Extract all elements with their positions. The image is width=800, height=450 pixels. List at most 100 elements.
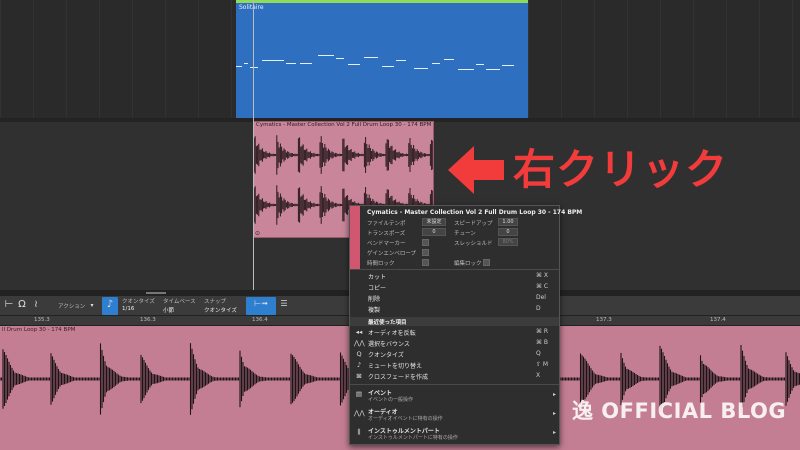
editor-event-title: ll Drum Loop 30 - 174 BPM bbox=[2, 327, 76, 333]
menu-item-shortcut: ⇧ M bbox=[536, 361, 549, 368]
snap-select[interactable]: クオンタイズ bbox=[204, 306, 237, 314]
left-arrow-icon bbox=[448, 146, 504, 194]
chevron-right-icon: ▸ bbox=[553, 391, 557, 398]
menu-item-shortcut: D bbox=[536, 305, 541, 312]
submenu-description: インストゥルメントパートに特有の操作 bbox=[368, 435, 458, 441]
quantize-icon: ♪ bbox=[106, 299, 114, 310]
crossfade-icon: ⊠ bbox=[356, 372, 362, 380]
lock-time-label: 時間ロック bbox=[367, 261, 395, 267]
transpose-field[interactable]: 0 bbox=[422, 228, 446, 236]
menu-item-cut[interactable]: カット ⌘ X bbox=[350, 271, 559, 282]
event-color-swatch bbox=[350, 206, 360, 269]
lock-edit-checkbox[interactable] bbox=[483, 259, 490, 266]
menu-item-delete[interactable]: 削除 Del bbox=[350, 293, 559, 304]
quantize-select[interactable]: 1/16 bbox=[122, 306, 134, 312]
chevron-right-icon: ▸ bbox=[553, 429, 557, 436]
menu-separator bbox=[350, 384, 559, 385]
midi-note bbox=[348, 64, 360, 65]
midi-note bbox=[262, 60, 284, 61]
reverse-icon: ◂◂ bbox=[355, 328, 363, 336]
menu-item-bounce-selection[interactable]: ⋀⋀ 選択をバウンス ⌘ B bbox=[350, 338, 559, 349]
arrow-tool-icon[interactable]: ⊢ bbox=[2, 299, 16, 313]
menu-item-quantize[interactable]: Q クオンタイズ Q bbox=[350, 349, 559, 360]
menu-item-reverse-audio[interactable]: ◂◂ オーディオを反転 ⌘ R bbox=[350, 327, 559, 338]
menu-item-label: 選択をバウンス bbox=[368, 341, 410, 348]
timebase-select[interactable]: 小節 bbox=[163, 306, 174, 314]
ruler-tick-label: 137.3 bbox=[596, 317, 612, 323]
instrument-part-title: Solitaire bbox=[239, 4, 264, 11]
midi-note bbox=[286, 63, 296, 64]
event-handle-icon[interactable]: ⊙ bbox=[255, 230, 260, 237]
quantize-label: クオンタイズ bbox=[122, 299, 155, 305]
menu-item-label: クオンタイズ bbox=[368, 352, 404, 359]
waveform-icon: ⋀⋀ bbox=[354, 409, 365, 417]
menu-submenu-event[interactable]: ▤ イベント イベントの一般操作 ▸ bbox=[350, 387, 559, 405]
ruler-tick-label: 137.4 bbox=[710, 317, 726, 323]
menu-submenu-audio[interactable]: ⋀⋀ オーディオ オーディオイベントに特有の操作 ▸ bbox=[350, 406, 559, 424]
menu-item-label: 削除 bbox=[368, 296, 381, 303]
waveform-icon: ⋀⋀ bbox=[354, 339, 365, 347]
midi-note bbox=[444, 59, 454, 60]
menu-item-label: 複製 bbox=[368, 307, 381, 314]
menu-item-toggle-mute[interactable]: ♪ ミュートを切り替え ⇧ M bbox=[350, 360, 559, 371]
grid-icon[interactable]: ☰ bbox=[278, 299, 290, 313]
bend-marker-label: ベンドマーカー bbox=[367, 241, 406, 247]
action-menu[interactable]: アクション bbox=[58, 302, 85, 310]
midi-note bbox=[414, 68, 428, 69]
file-tempo-label: ファイルテンポ bbox=[367, 221, 406, 227]
menu-item-shortcut: X bbox=[536, 372, 541, 379]
menu-item-shortcut: Q bbox=[536, 350, 541, 357]
audition-icon[interactable]: ≀ bbox=[30, 299, 42, 313]
snap-label: スナップ bbox=[204, 299, 227, 305]
midi-note bbox=[476, 64, 484, 65]
ruler-tick-label: 136.3 bbox=[140, 317, 156, 323]
speedup-field[interactable]: 1.00 bbox=[498, 218, 518, 226]
context-menu-title: Cymatics - Master Collection Vol 2 Full … bbox=[367, 209, 583, 216]
gain-envelope-checkbox[interactable] bbox=[422, 249, 429, 256]
midi-note bbox=[486, 69, 500, 70]
menu-item-create-crossfade[interactable]: ⊠ クロスフェードを作成 X bbox=[350, 371, 559, 382]
menu-item-label: コピー bbox=[368, 285, 387, 292]
ruler-tick-label: 136.4 bbox=[252, 317, 268, 323]
menu-item-duplicate[interactable]: 複製 D bbox=[350, 304, 559, 315]
tune-field[interactable]: 0 bbox=[498, 228, 518, 236]
menu-item-copy[interactable]: コピー ⌘ C bbox=[350, 282, 559, 293]
threshold-label: スレッショルド bbox=[454, 241, 493, 247]
midi-note bbox=[458, 69, 474, 70]
menu-item-label: オーディオを反転 bbox=[368, 330, 416, 337]
midi-note bbox=[502, 65, 514, 66]
menu-item-label: カット bbox=[368, 274, 387, 281]
midi-note bbox=[244, 63, 248, 64]
snap-icon: ⊢➟ bbox=[254, 299, 268, 308]
lock-edit-label: 編集ロック bbox=[454, 261, 482, 267]
midi-note bbox=[382, 66, 394, 67]
midi-note bbox=[250, 67, 258, 68]
midi-note bbox=[300, 63, 312, 64]
speedup-label: スピードアップ bbox=[454, 221, 493, 227]
midi-note bbox=[336, 58, 344, 59]
instrument-icon: ⫼ bbox=[357, 428, 361, 436]
gain-envelope-label: ゲインエンベロープ bbox=[367, 251, 417, 257]
loop-icon[interactable]: Ω bbox=[16, 299, 28, 313]
ruler-tick-label: 135.3 bbox=[34, 317, 50, 323]
tune-label: チューン bbox=[454, 231, 476, 237]
chevron-down-icon[interactable]: ▾ bbox=[88, 302, 96, 316]
midi-note bbox=[396, 60, 406, 61]
menu-item-shortcut: ⌘ C bbox=[536, 283, 549, 290]
chevron-right-icon: ▸ bbox=[553, 410, 557, 417]
file-tempo-field[interactable]: 未設定 bbox=[422, 218, 446, 226]
bend-marker-checkbox[interactable] bbox=[422, 239, 429, 246]
midi-note bbox=[318, 55, 334, 56]
menu-item-label: クロスフェードを作成 bbox=[368, 374, 429, 381]
annotation-text: 右クリック bbox=[513, 145, 729, 194]
lock-time-checkbox[interactable] bbox=[422, 259, 429, 266]
instrument-part[interactable]: Solitaire bbox=[236, 0, 528, 118]
midi-note bbox=[364, 57, 378, 58]
playhead-cursor[interactable] bbox=[253, 0, 254, 290]
menu-item-label: ミュートを切り替え bbox=[368, 363, 423, 370]
menu-submenu-instrument-part[interactable]: ⫼ インストゥルメントパート インストゥルメントパートに特有の操作 ▸ bbox=[350, 425, 559, 443]
splitter-grip[interactable] bbox=[146, 292, 166, 294]
threshold-field[interactable]: 80% bbox=[498, 238, 518, 246]
recent-items-header-label: 最近使った項目 bbox=[368, 320, 407, 326]
event-icon: ▤ bbox=[355, 390, 363, 398]
